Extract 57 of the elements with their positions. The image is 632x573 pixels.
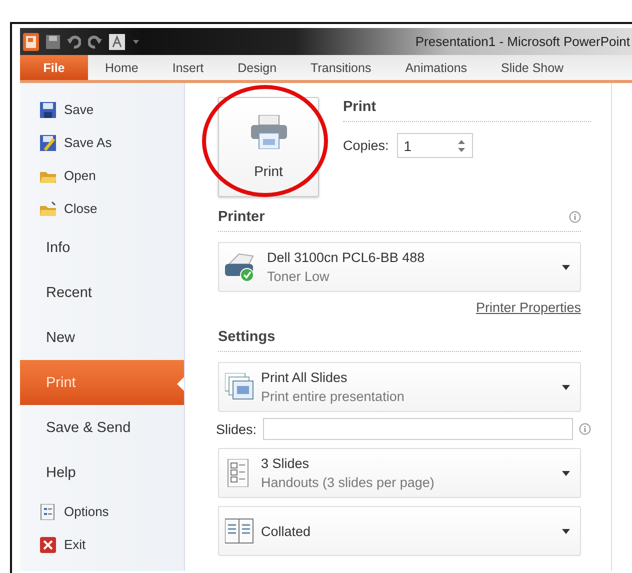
copies-spinner[interactable]: 1 bbox=[396, 133, 473, 158]
printer-name: Dell 3100cn PCL6-BB 488 bbox=[267, 250, 426, 265]
settings-dropdown[interactable]: Collated bbox=[218, 506, 581, 556]
redo-icon bbox=[88, 34, 102, 48]
slide-stack-icon bbox=[225, 373, 255, 401]
sidebar-item[interactable]: Close bbox=[20, 192, 184, 225]
app-logo-icon bbox=[23, 32, 39, 50]
sidebar-item[interactable]: Save & Send bbox=[20, 405, 184, 450]
printer-status: Toner Low bbox=[267, 269, 330, 284]
ribbon-tab[interactable]: Design bbox=[220, 55, 294, 80]
document-icon bbox=[40, 504, 56, 520]
print-button[interactable]: Print bbox=[218, 97, 319, 197]
sidebar-item[interactable]: Open bbox=[20, 159, 184, 192]
info-icon bbox=[579, 423, 591, 435]
save-icon bbox=[46, 34, 60, 48]
section-heading: Printer bbox=[218, 209, 265, 225]
dropdown-arrow-icon bbox=[562, 470, 570, 476]
option-title: 3 Slides bbox=[261, 456, 310, 471]
undo-icon bbox=[67, 34, 81, 48]
printer-dropdown[interactable]: Dell 3100cn PCL6-BB 488 Toner Low bbox=[218, 242, 581, 292]
folder-icon bbox=[40, 200, 56, 216]
sidebar-item[interactable]: Save As bbox=[20, 126, 184, 159]
sidebar-item[interactable]: Recent bbox=[20, 270, 184, 315]
printer-properties-link[interactable]: Printer Properties bbox=[476, 300, 581, 315]
window-title: Presentation1 - Microsoft PowerPoint bbox=[415, 34, 631, 49]
option-description: Print entire presentation bbox=[261, 389, 406, 404]
ribbon-tab[interactable]: Transitions bbox=[294, 55, 388, 80]
section-heading: Print bbox=[343, 97, 591, 122]
settings-dropdown[interactable]: 3 Slides Handouts (3 slides per page) bbox=[218, 448, 581, 498]
printer-icon bbox=[250, 115, 286, 149]
info-icon bbox=[569, 211, 581, 223]
collated-pages-icon bbox=[225, 517, 255, 545]
ribbon-tab[interactable]: Slide Show bbox=[484, 55, 581, 80]
ribbon-tab[interactable]: Animations bbox=[388, 55, 484, 80]
spinner-arrows-icon bbox=[456, 138, 466, 152]
dropdown-arrow-icon bbox=[562, 384, 570, 390]
settings-dropdown[interactable]: Print All Slides Print entire presentation bbox=[218, 362, 581, 412]
ribbon-tab[interactable]: Home bbox=[88, 55, 156, 80]
slides-input-field[interactable] bbox=[262, 418, 573, 440]
dropdown-arrow-icon bbox=[562, 264, 570, 270]
font-icon bbox=[109, 34, 125, 50]
copies-label: Copies: bbox=[343, 138, 389, 153]
sidebar-item[interactable]: Info bbox=[20, 225, 184, 270]
close-icon bbox=[40, 536, 56, 552]
ribbon-tab[interactable]: Insert bbox=[155, 55, 221, 80]
dropdown-arrow-icon bbox=[562, 528, 570, 534]
sidebar-item[interactable]: Help bbox=[20, 450, 184, 495]
sidebar-item[interactable]: New bbox=[20, 315, 184, 360]
option-title: Print All Slides bbox=[261, 370, 348, 385]
floppy-disk-pencil-icon bbox=[40, 134, 56, 150]
slides-label: Slides: bbox=[216, 422, 257, 436]
sidebar-item[interactable]: Exit bbox=[20, 528, 184, 561]
option-description: Handouts (3 slides per page) bbox=[261, 475, 436, 490]
option-title: Collated bbox=[261, 524, 312, 538]
sidebar-item[interactable]: Save bbox=[20, 93, 184, 126]
section-heading: Settings bbox=[218, 329, 276, 345]
sidebar-item[interactable]: Options bbox=[20, 495, 184, 528]
